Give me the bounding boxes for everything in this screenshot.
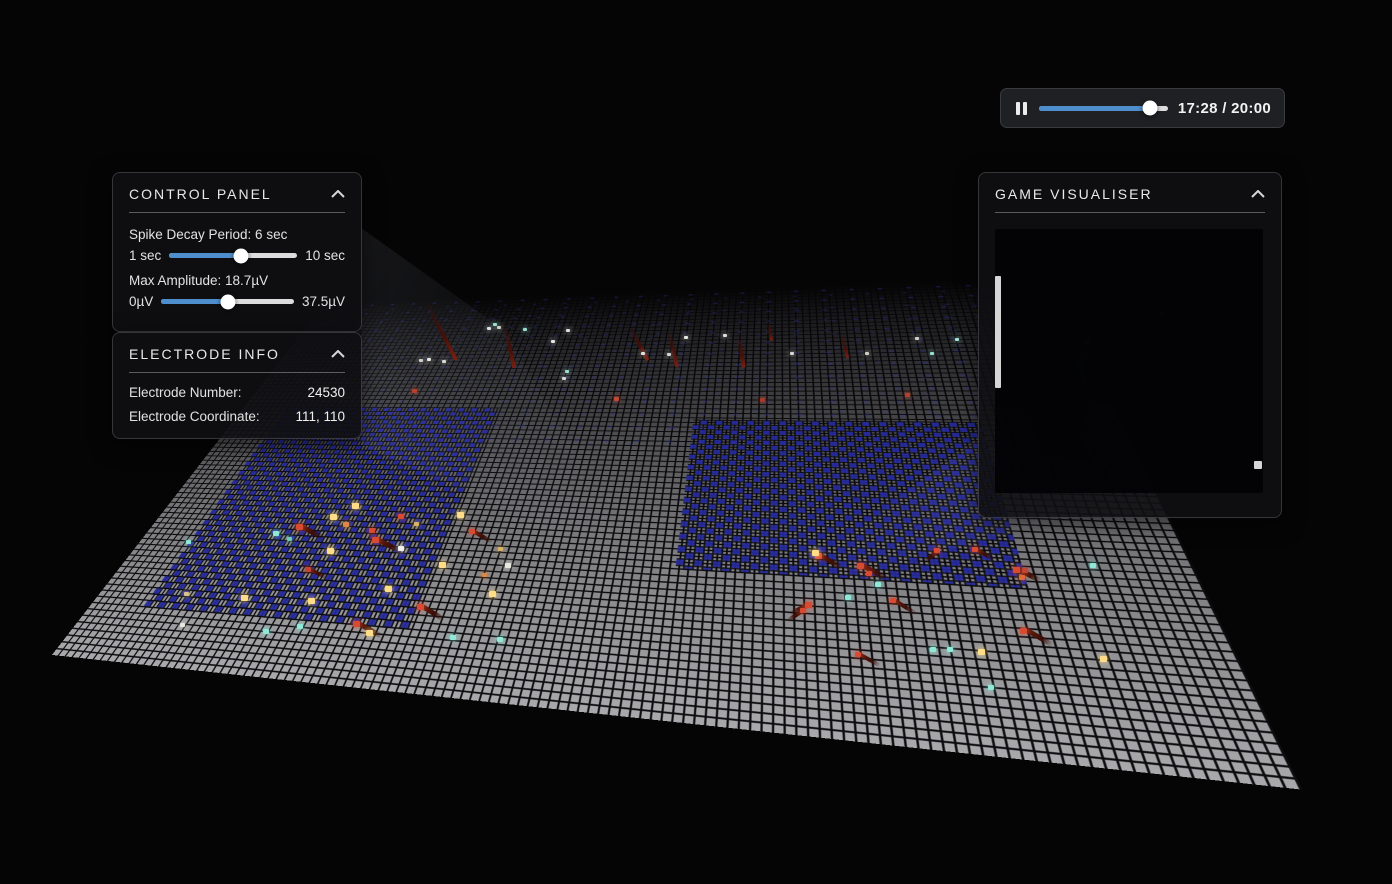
chevron-up-icon[interactable] [331, 190, 345, 198]
max-amplitude-thumb[interactable] [220, 294, 235, 309]
amplitude-max-label: 37.5µV [302, 294, 345, 309]
game-visualiser-header[interactable]: GAME VISUALISER [979, 173, 1281, 212]
pause-button[interactable] [1014, 100, 1029, 117]
electrode-coordinate-value: 111, 110 [295, 409, 345, 424]
pause-icon [1016, 102, 1020, 115]
electrode-info-title: ELECTRODE INFO [129, 346, 280, 362]
pause-icon [1023, 102, 1027, 115]
electrode-number-label: Electrode Number: [129, 385, 242, 400]
electrode-coordinate-label: Electrode Coordinate: [129, 409, 260, 424]
max-amplitude-slider-row: 0µV 37.5µV [129, 294, 345, 309]
pong-ball [1254, 461, 1262, 469]
spike-decay-thumb[interactable] [233, 248, 248, 263]
pong-game-area [995, 229, 1263, 493]
game-visualiser-panel: GAME VISUALISER [978, 172, 1282, 518]
control-panel: CONTROL PANEL Spike Decay Period: 6 sec … [112, 172, 362, 332]
amplitude-min-label: 0µV [129, 294, 153, 309]
control-panel-header[interactable]: CONTROL PANEL [113, 173, 361, 212]
electrode-number-value: 24530 [307, 385, 345, 400]
max-amplitude-slider[interactable] [161, 299, 294, 304]
electrode-info-panel: ELECTRODE INFO Electrode Number: 24530 E… [112, 332, 362, 439]
electrode-info-header[interactable]: ELECTRODE INFO [113, 333, 361, 372]
max-amplitude-fill [161, 299, 227, 304]
electrode-number-row: Electrode Number: 24530 [129, 385, 345, 400]
playback-progress-fill [1039, 106, 1150, 111]
spike-decay-max-label: 10 sec [305, 248, 345, 263]
chevron-up-icon[interactable] [1251, 190, 1265, 198]
chevron-up-icon[interactable] [331, 350, 345, 358]
playback-progress-thumb[interactable] [1142, 101, 1157, 116]
spike-decay-fill [169, 253, 241, 258]
divider [995, 212, 1265, 213]
spike-decay-label: Spike Decay Period: 6 sec [129, 227, 345, 242]
control-panel-title: CONTROL PANEL [129, 186, 272, 202]
spike-decay-slider[interactable] [169, 253, 297, 258]
playback-bar: 17:28 / 20:00 [1000, 88, 1285, 128]
max-amplitude-label: Max Amplitude: 18.7µV [129, 273, 345, 288]
game-visualiser-title: GAME VISUALISER [995, 186, 1153, 202]
playback-time-label: 17:28 / 20:00 [1178, 100, 1271, 117]
pong-paddle [995, 276, 1001, 388]
playback-progress-track[interactable] [1039, 106, 1168, 111]
electrode-coordinate-row: Electrode Coordinate: 111, 110 [129, 409, 345, 424]
spike-decay-min-label: 1 sec [129, 248, 161, 263]
stage: 17:28 / 20:00 CONTROL PANEL Spike Decay … [0, 0, 1392, 884]
spike-decay-slider-row: 1 sec 10 sec [129, 248, 345, 263]
